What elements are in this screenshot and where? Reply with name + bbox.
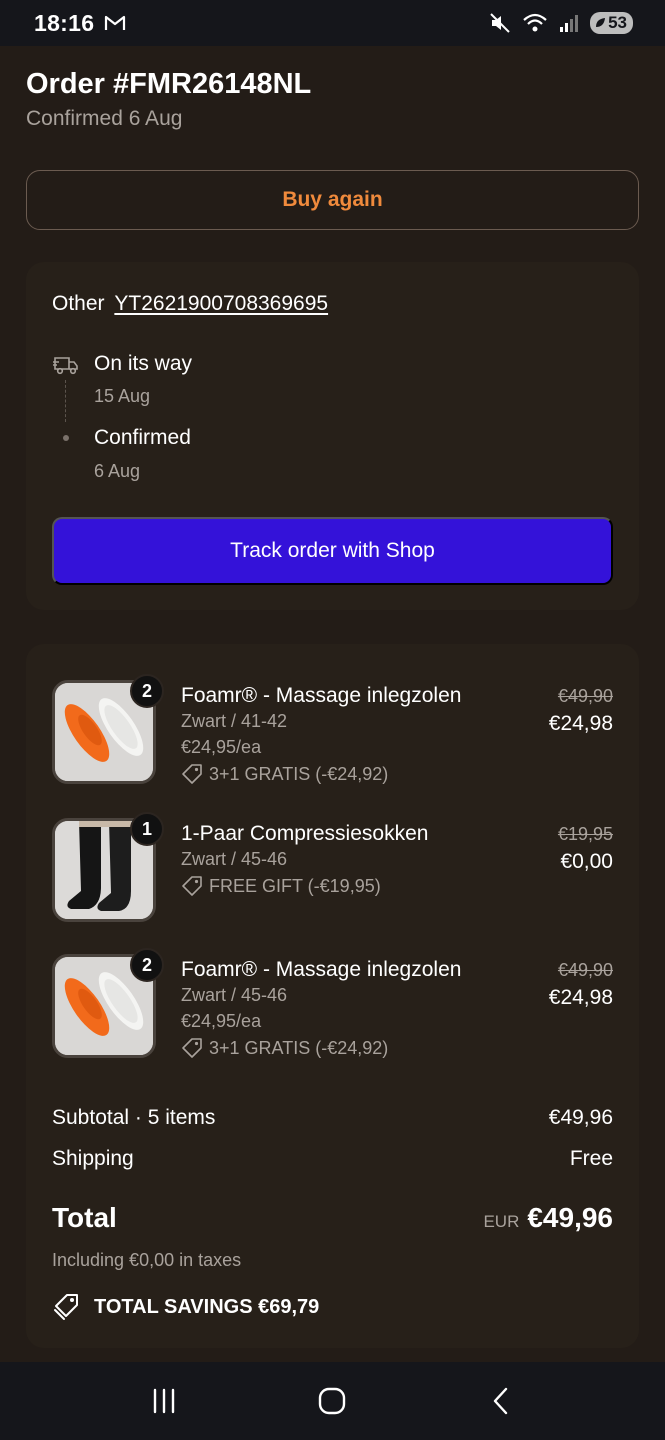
discount-label: 3+1 GRATIS (-€24,92) bbox=[209, 1037, 389, 1058]
item-price: €24,98 bbox=[548, 712, 613, 735]
back-icon bbox=[493, 1387, 508, 1415]
tags-icon bbox=[54, 1294, 78, 1320]
subtotal-row: Subtotal · 5 items €49,96 bbox=[52, 1106, 613, 1130]
quantity-badge: 2 bbox=[130, 674, 164, 708]
total-label: Total bbox=[52, 1202, 117, 1233]
discount-label: FREE GIFT (-€19,95) bbox=[209, 875, 381, 896]
timeline-connector bbox=[65, 380, 66, 422]
shipping-value: Free bbox=[569, 1147, 613, 1170]
system-nav-bar bbox=[0, 1362, 665, 1440]
order-items-card: 2 Foamr® - Massage inlegzolen Zwart / 41… bbox=[26, 644, 639, 1348]
quantity-badge: 1 bbox=[130, 812, 164, 846]
item-discount: 3+1 GRATIS (-€24,92) bbox=[181, 1037, 388, 1059]
currency-code: EUR bbox=[483, 1212, 520, 1231]
order-status-date: Confirmed 6 Aug bbox=[26, 107, 183, 130]
carrier-info: Other YT2621900708369695 bbox=[52, 292, 328, 316]
back-button[interactable] bbox=[471, 1376, 531, 1426]
savings-label: TOTAL SAVINGS €69,79 bbox=[94, 1295, 320, 1318]
timeline-step-date: 6 Aug bbox=[94, 461, 141, 481]
dot-icon bbox=[63, 435, 69, 441]
line-item[interactable]: 1 1-Paar Compressiesokken Zwart / 45-46 … bbox=[52, 812, 613, 922]
taxes-note: Including €0,00 in taxes bbox=[52, 1250, 242, 1270]
carrier-label: Other bbox=[52, 292, 105, 315]
total-value-group: EUR €49,96 bbox=[483, 1202, 613, 1234]
item-discount: 3+1 GRATIS (-€24,92) bbox=[181, 763, 388, 785]
quantity-badge: 2 bbox=[130, 948, 164, 982]
line-item[interactable]: 2 Foamr® - Massage inlegzolen Zwart / 45… bbox=[52, 948, 613, 1058]
item-variant: Zwart / 45-46 bbox=[181, 849, 288, 869]
subtotal-value: €49,96 bbox=[548, 1106, 613, 1129]
tag-icon bbox=[182, 876, 202, 896]
item-name: 1-Paar Compressiesokken bbox=[181, 822, 429, 845]
recents-icon bbox=[153, 1388, 175, 1414]
item-price: €24,98 bbox=[548, 986, 613, 1009]
gmail-icon bbox=[105, 15, 126, 30]
tracking-number-link[interactable]: YT2621900708369695 bbox=[114, 292, 328, 315]
item-discount: FREE GIFT (-€19,95) bbox=[181, 875, 381, 897]
leaf-icon bbox=[596, 18, 606, 27]
home-icon bbox=[319, 1387, 346, 1415]
track-order-button[interactable]: Track order with Shop bbox=[52, 517, 613, 585]
order-header: Order #FMR26148NL Confirmed 6 Aug bbox=[26, 68, 311, 131]
subtotal-label: Subtotal · 5 items bbox=[52, 1106, 216, 1129]
signal-icon bbox=[560, 15, 579, 32]
line-item[interactable]: 2 Foamr® - Massage inlegzolen Zwart / 41… bbox=[52, 674, 613, 784]
tag-icon bbox=[182, 1038, 202, 1058]
discount-label: 3+1 GRATIS (-€24,92) bbox=[209, 763, 389, 784]
total-value: €49,96 bbox=[527, 1202, 613, 1233]
item-unit-price: €24,95/ea bbox=[181, 737, 262, 757]
recent-apps-button[interactable] bbox=[134, 1376, 194, 1426]
total-row: Total EUR €49,96 bbox=[52, 1202, 613, 1234]
mute-icon bbox=[490, 13, 510, 33]
battery-indicator: 53 bbox=[590, 12, 633, 34]
tracking-card: Other YT2621900708369695 On its way 15 A… bbox=[26, 262, 639, 610]
buy-again-button[interactable]: Buy again bbox=[26, 170, 639, 230]
status-bar: 18:16 53 bbox=[0, 0, 665, 46]
tag-icon bbox=[182, 764, 202, 784]
shipping-label: Shipping bbox=[52, 1147, 134, 1170]
status-icons: 53 bbox=[488, 11, 633, 35]
original-price: €49,90 bbox=[557, 686, 613, 706]
item-name: Foamr® - Massage inlegzolen bbox=[181, 958, 462, 981]
timeline-step-date: 15 Aug bbox=[94, 386, 151, 406]
battery-level: 53 bbox=[608, 13, 627, 32]
item-variant: Zwart / 45-46 bbox=[181, 985, 288, 1005]
home-button[interactable] bbox=[302, 1376, 362, 1426]
original-price: €19,95 bbox=[557, 824, 613, 844]
total-savings: TOTAL SAVINGS €69,79 bbox=[52, 1292, 319, 1322]
shipping-row: Shipping Free bbox=[52, 1147, 613, 1171]
status-time: 18:16 bbox=[34, 9, 95, 36]
timeline-step-title: Confirmed bbox=[94, 426, 191, 449]
item-variant: Zwart / 41-42 bbox=[181, 711, 288, 731]
page-title: Order #FMR26148NL bbox=[26, 68, 312, 100]
original-price: €49,90 bbox=[557, 960, 613, 980]
item-unit-price: €24,95/ea bbox=[181, 1011, 262, 1031]
timeline-step-title: On its way bbox=[94, 352, 193, 375]
truck-icon bbox=[53, 357, 78, 375]
item-name: Foamr® - Massage inlegzolen bbox=[181, 684, 462, 707]
item-price: €0,00 bbox=[560, 850, 613, 873]
wifi-icon bbox=[523, 13, 547, 32]
